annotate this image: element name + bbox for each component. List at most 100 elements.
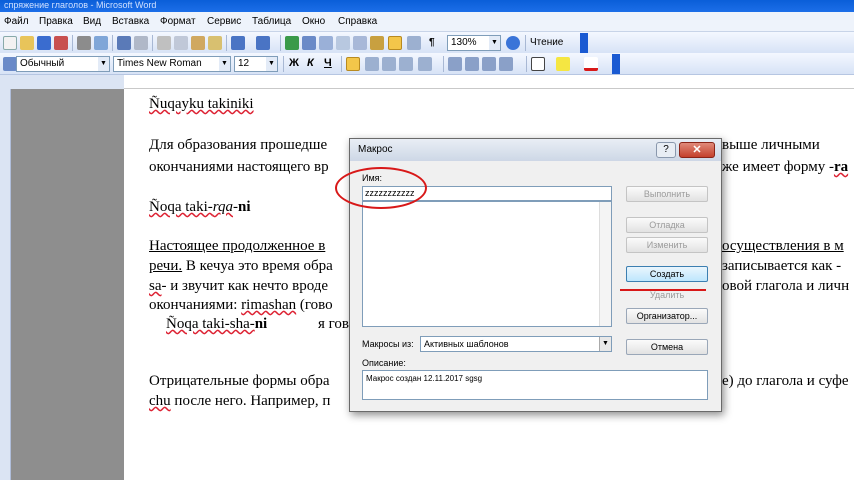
research-icon[interactable] [134,36,148,50]
formatting-toolbar: Обычный ▼ Times New Roman ▼ 12 ▼ Ж К Ч [0,53,854,75]
bold-button[interactable]: Ж [289,57,299,69]
annotation-underline [620,289,706,291]
pilcrow-icon[interactable]: ¶ [429,37,435,48]
font-size-value: 12 [238,58,250,69]
highlight-icon[interactable] [556,57,570,71]
doc-text: chu [149,393,171,409]
menu-window[interactable]: Окно [302,16,325,27]
align-right-icon[interactable] [382,57,396,71]
doc-text: В кечуа это время обра [182,258,333,274]
permission-icon[interactable] [54,36,68,50]
paste-icon[interactable] [191,36,205,50]
bullets-icon[interactable] [465,57,479,71]
reading-mode-label: Чтение [530,37,564,48]
print-icon[interactable] [77,36,91,50]
zoom-value: 130% [451,37,477,48]
increase-indent-icon[interactable] [499,57,513,71]
chevron-down-icon[interactable]: ▼ [219,57,230,71]
menu-table[interactable]: Таблица [252,16,291,27]
style-combo[interactable]: Обычный ▼ [16,56,110,72]
align-center-icon[interactable] [365,57,379,71]
cancel-button[interactable]: Отмена [626,339,708,355]
menu-edit[interactable]: Правка [39,16,73,27]
doc-text: rimashan [241,297,297,313]
insert-excel-icon[interactable] [336,36,350,50]
chevron-down-icon[interactable]: ▼ [489,36,500,50]
numbering-icon[interactable] [448,57,462,71]
doc-text: ra [833,159,849,175]
chevron-down-icon[interactable]: ▼ [98,57,109,71]
doc-line: е) до глагола и суфе [722,373,849,390]
run-button[interactable]: Выполнить [626,186,708,202]
horizontal-ruler[interactable] [124,75,854,89]
doc-text: овой глагола и личн [722,278,850,294]
doc-text: записывается как - [722,258,842,274]
tables-borders-icon[interactable] [302,36,316,50]
vertical-ruler[interactable] [0,89,11,480]
new-document-icon[interactable] [3,36,17,50]
doc-text: речи. [149,258,183,274]
doc-line: Отрицательные формы обра [149,373,330,390]
macro-list[interactable] [362,201,612,327]
document-map-icon[interactable] [388,36,402,50]
spelling-icon[interactable] [117,36,131,50]
chevron-down-icon[interactable]: ▼ [599,337,611,351]
step-into-button[interactable]: Отладка [626,217,708,233]
dialog-titlebar[interactable]: Макрос ? ✕ [350,139,721,161]
close-button[interactable]: ✕ [679,142,715,158]
doc-text: - и звучит как нечто вроде [161,278,329,294]
font-color-icon[interactable] [584,57,598,71]
menu-format[interactable]: Формат [160,16,196,27]
font-combo[interactable]: Times New Roman ▼ [113,56,231,72]
reading-mode-button[interactable]: Чтение [530,37,563,48]
macros-from-select[interactable]: Активных шаблонов ▼ [420,336,612,352]
print-preview-icon[interactable] [94,36,108,50]
show-hide-icon[interactable] [407,36,421,50]
scrollbar[interactable] [599,202,611,326]
toolbar-options-grip[interactable] [580,33,588,53]
undo-icon[interactable] [231,36,245,50]
line-spacing-icon[interactable] [418,57,432,71]
italic-button[interactable]: К [307,57,314,69]
macros-from-label: Макросы из: [362,339,414,349]
help-icon[interactable] [506,36,520,50]
doc-text: Ñoqa taki-sha- [166,316,255,332]
cut-icon[interactable] [157,36,171,50]
menu-help[interactable]: Справка [338,16,377,27]
open-folder-icon[interactable] [20,36,34,50]
copy-icon[interactable] [174,36,188,50]
menu-insert[interactable]: Вставка [112,16,149,27]
description-label: Описание: [362,358,406,368]
font-value: Times New Roman [117,58,202,69]
decrease-indent-icon[interactable] [482,57,496,71]
menu-tools[interactable]: Сервис [207,16,241,27]
underline-button[interactable]: Ч [324,57,332,69]
create-button[interactable]: Создать [626,266,708,282]
borders-icon[interactable] [531,57,545,71]
zoom-combo[interactable]: 130% ▼ [447,35,501,51]
save-icon[interactable] [37,36,51,50]
doc-text: (гово [296,297,333,313]
description-field[interactable]: Макрос создан 12.11.2017 sgsg [362,370,708,400]
drawing-icon[interactable] [370,36,384,50]
redo-icon[interactable] [256,36,270,50]
hyperlink-icon[interactable] [285,36,299,50]
menu-file[interactable]: Файл [4,16,29,27]
font-size-combo[interactable]: 12 ▼ [234,56,278,72]
standard-toolbar: ¶ 130% ▼ Чтение [0,32,854,54]
organizer-button[interactable]: Организатор... [626,308,708,324]
styles-pane-icon[interactable] [3,57,17,71]
edit-button[interactable]: Изменить [626,237,708,253]
justify-icon[interactable] [399,57,413,71]
chevron-down-icon[interactable]: ▼ [266,57,277,71]
toolbar-options-grip[interactable] [612,54,620,74]
doc-line: sa- и звучит как нечто вроде [149,278,328,295]
align-left-icon[interactable] [346,57,360,71]
doc-line: окончаниями: rimashan (гово [149,297,333,314]
help-button[interactable]: ? [656,142,676,158]
format-painter-icon[interactable] [208,36,222,50]
insert-table-icon[interactable] [319,36,333,50]
columns-icon[interactable] [353,36,367,50]
doc-text: Для образования прошедше [149,137,328,153]
menu-view[interactable]: Вид [83,16,101,27]
